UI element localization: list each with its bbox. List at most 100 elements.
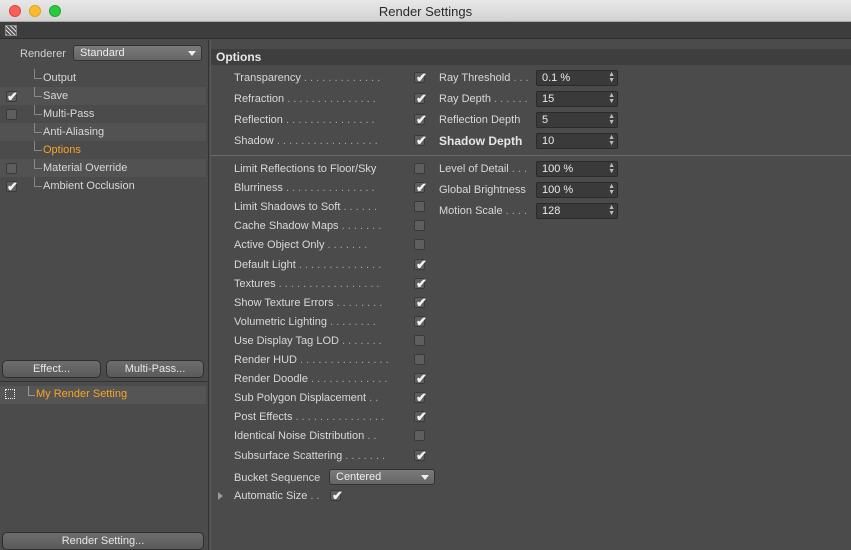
- grid-icon[interactable]: [5, 25, 17, 36]
- my-render-setting-label: My Render Setting: [36, 388, 128, 400]
- limit-shadows-to-soft-checkbox[interactable]: [414, 201, 425, 213]
- limit-reflections-to-floor-sky-checkbox[interactable]: [414, 163, 425, 174]
- multipass-button[interactable]: Multi-Pass...: [106, 360, 204, 378]
- bucket-sequence-dropdown[interactable]: Centered: [329, 469, 435, 485]
- expand-triangle-icon[interactable]: [218, 492, 223, 500]
- shadow-depth-field[interactable]: 10 ▲ ▼: [536, 133, 618, 149]
- ray-depth-field[interactable]: 15 ▲ ▼: [536, 91, 618, 107]
- show-texture-errors-label: Show Texture Errors . . . . . . . .: [234, 296, 383, 309]
- global-brightness-label: Global Brightness: [439, 184, 526, 196]
- subsurface-scattering-checkbox[interactable]: ✔: [414, 449, 427, 462]
- my-render-setting-item[interactable]: My Render Setting: [0, 386, 206, 404]
- level-of-detail-field[interactable]: 100 % ▲ ▼: [536, 161, 618, 177]
- tree-connector: [34, 159, 42, 169]
- sidebar-item-output[interactable]: Output: [0, 69, 206, 87]
- stepper-arrows-icon[interactable]: ▲ ▼: [608, 113, 615, 126]
- cache-shadow-maps-checkbox[interactable]: [414, 220, 425, 232]
- sidebar-item-multi-pass[interactable]: Multi-Pass: [0, 105, 206, 123]
- reflection-depth-field[interactable]: 5 ▲ ▼: [536, 112, 618, 128]
- global-brightness-field[interactable]: 100 % ▲ ▼: [536, 182, 618, 198]
- ray-threshold-field[interactable]: 0.1 % ▲ ▼: [536, 70, 618, 86]
- ray-threshold-label: Ray Threshold . . .: [439, 72, 529, 84]
- refraction-checkbox[interactable]: ✔: [414, 92, 427, 105]
- default-light-checkbox[interactable]: ✔: [414, 256, 427, 272]
- sidebar-item-material-override[interactable]: Material Override: [0, 159, 206, 177]
- renderer-label: Renderer: [20, 48, 66, 60]
- sidebar-item-label: Options: [43, 144, 81, 156]
- checkmark-icon: ✔: [416, 256, 427, 272]
- sidebar-item-ambient-occlusion[interactable]: ✔ Ambient Occlusion: [0, 177, 206, 195]
- limit-reflections-to-floor-sky-label: Limit Reflections to Floor/Sky: [234, 163, 377, 175]
- tree-connector: [34, 141, 42, 151]
- tree-connector: [34, 69, 42, 79]
- sub-polygon-displacement-label: Sub Polygon Displacement . .: [234, 392, 379, 405]
- textures-checkbox[interactable]: ✔: [414, 277, 427, 290]
- tree-connector: [34, 105, 42, 115]
- use-display-tag-lod-checkbox[interactable]: [414, 334, 425, 346]
- shadow-checkbox[interactable]: ✔: [414, 134, 427, 147]
- cache-shadow-maps-row: Cache Shadow Maps . . . . . . .: [234, 218, 434, 234]
- transparency-label: Transparency . . . . . . . . . . . . .: [234, 72, 381, 84]
- multi-pass-enable-checkbox[interactable]: [6, 109, 17, 120]
- section-divider: [211, 155, 851, 156]
- motion-scale-row: Motion Scale . . . . 128 ▲ ▼: [439, 203, 619, 219]
- render-doodle-row: Render Doodle . . . . . . . . . . . . . ✔: [234, 371, 434, 387]
- sidebar-item-anti-aliasing[interactable]: Anti-Aliasing: [0, 123, 206, 141]
- material-override-enable-checkbox[interactable]: [6, 163, 17, 174]
- sub-polygon-displacement-checkbox[interactable]: ✔: [414, 391, 427, 404]
- sidebar-item-options[interactable]: Options: [0, 141, 206, 159]
- volumetric-lighting-label: Volumetric Lighting . . . . . . . .: [234, 315, 376, 328]
- settings-tree: Output ✔ Save Multi-Pass Anti-Aliasing Option…: [0, 69, 206, 195]
- stepper-arrows-icon[interactable]: ▲ ▼: [608, 162, 615, 175]
- reflection-checkbox[interactable]: ✔: [414, 112, 427, 127]
- reflection-depth-value: 5: [542, 114, 549, 126]
- checkmark-icon: ✔: [416, 112, 427, 127]
- level-of-detail-label: Level of Detail . . .: [439, 163, 528, 175]
- level-of-detail-row: Level of Detail . . . 100 % ▲ ▼: [439, 161, 619, 177]
- sidebar-item-label: Output: [43, 72, 77, 84]
- reflection-depth-label: Reflection Depth: [439, 114, 521, 126]
- stepper-arrows-icon[interactable]: ▲ ▼: [608, 71, 615, 84]
- save-enable-checkbox[interactable]: ✔: [6, 90, 18, 103]
- stepper-arrows-icon[interactable]: ▲ ▼: [608, 204, 615, 217]
- active-object-only-checkbox[interactable]: [414, 239, 425, 251]
- volumetric-lighting-checkbox[interactable]: ✔: [414, 315, 427, 328]
- post-effects-checkbox[interactable]: ✔: [414, 410, 427, 423]
- stepper-arrows-icon[interactable]: ▲ ▼: [608, 183, 615, 196]
- identical-noise-distribution-checkbox[interactable]: [414, 430, 425, 442]
- renderer-value: Standard: [80, 47, 125, 59]
- motion-scale-field[interactable]: 128 ▲ ▼: [536, 203, 618, 219]
- automatic-size-checkbox[interactable]: ✔: [330, 489, 343, 502]
- blurriness-row: Blurriness . . . . . . . . . . . . . . .…: [234, 180, 434, 196]
- sidebar-item-save[interactable]: ✔ Save: [0, 87, 206, 105]
- cache-shadow-maps-label: Cache Shadow Maps . . . . . . .: [234, 220, 382, 233]
- render-hud-checkbox[interactable]: [414, 354, 425, 365]
- transparency-checkbox[interactable]: ✔: [414, 71, 427, 84]
- effect-button[interactable]: Effect...: [2, 360, 101, 378]
- shadow-label: Shadow . . . . . . . . . . . . . . . . .: [234, 135, 378, 147]
- stepper-arrows-icon[interactable]: ▲ ▼: [608, 92, 615, 105]
- use-display-tag-lod-row: Use Display Tag LOD . . . . . . .: [234, 333, 434, 349]
- subsurface-scattering-label: Subsurface Scattering . . . . . . .: [234, 449, 386, 462]
- render-doodle-checkbox[interactable]: ✔: [414, 372, 427, 385]
- motion-scale-label: Motion Scale . . . .: [439, 205, 528, 217]
- shadow-depth-label: Shadow Depth: [439, 134, 523, 148]
- render-setting-button[interactable]: Render Setting...: [2, 532, 204, 550]
- limit-shadows-to-soft-row: Limit Shadows to Soft . . . . . .: [234, 199, 434, 215]
- blurriness-checkbox[interactable]: ✔: [414, 181, 427, 194]
- stepper-arrows-icon[interactable]: ▲ ▼: [608, 134, 615, 147]
- active-object-only-label: Active Object Only . . . . . . .: [234, 239, 368, 252]
- motion-scale-value: 128: [542, 205, 561, 217]
- show-texture-errors-row: Show Texture Errors . . . . . . . . ✔: [234, 295, 434, 311]
- reflection-label: Reflection . . . . . . . . . . . . . . .: [234, 114, 375, 126]
- volumetric-lighting-row: Volumetric Lighting . . . . . . . . ✔: [234, 314, 434, 330]
- toolbar: [0, 22, 851, 39]
- shadow-row: Shadow . . . . . . . . . . . . . . . . .…: [234, 133, 434, 149]
- tree-connector: [34, 123, 42, 133]
- level-of-detail-value: 100 %: [542, 163, 574, 175]
- show-texture-errors-checkbox[interactable]: ✔: [414, 296, 427, 309]
- renderer-dropdown[interactable]: Standard: [73, 45, 202, 61]
- options-header: Options: [211, 49, 851, 65]
- title-bar: Render Settings: [0, 0, 851, 22]
- ambient-occlusion-enable-checkbox[interactable]: ✔: [6, 180, 18, 193]
